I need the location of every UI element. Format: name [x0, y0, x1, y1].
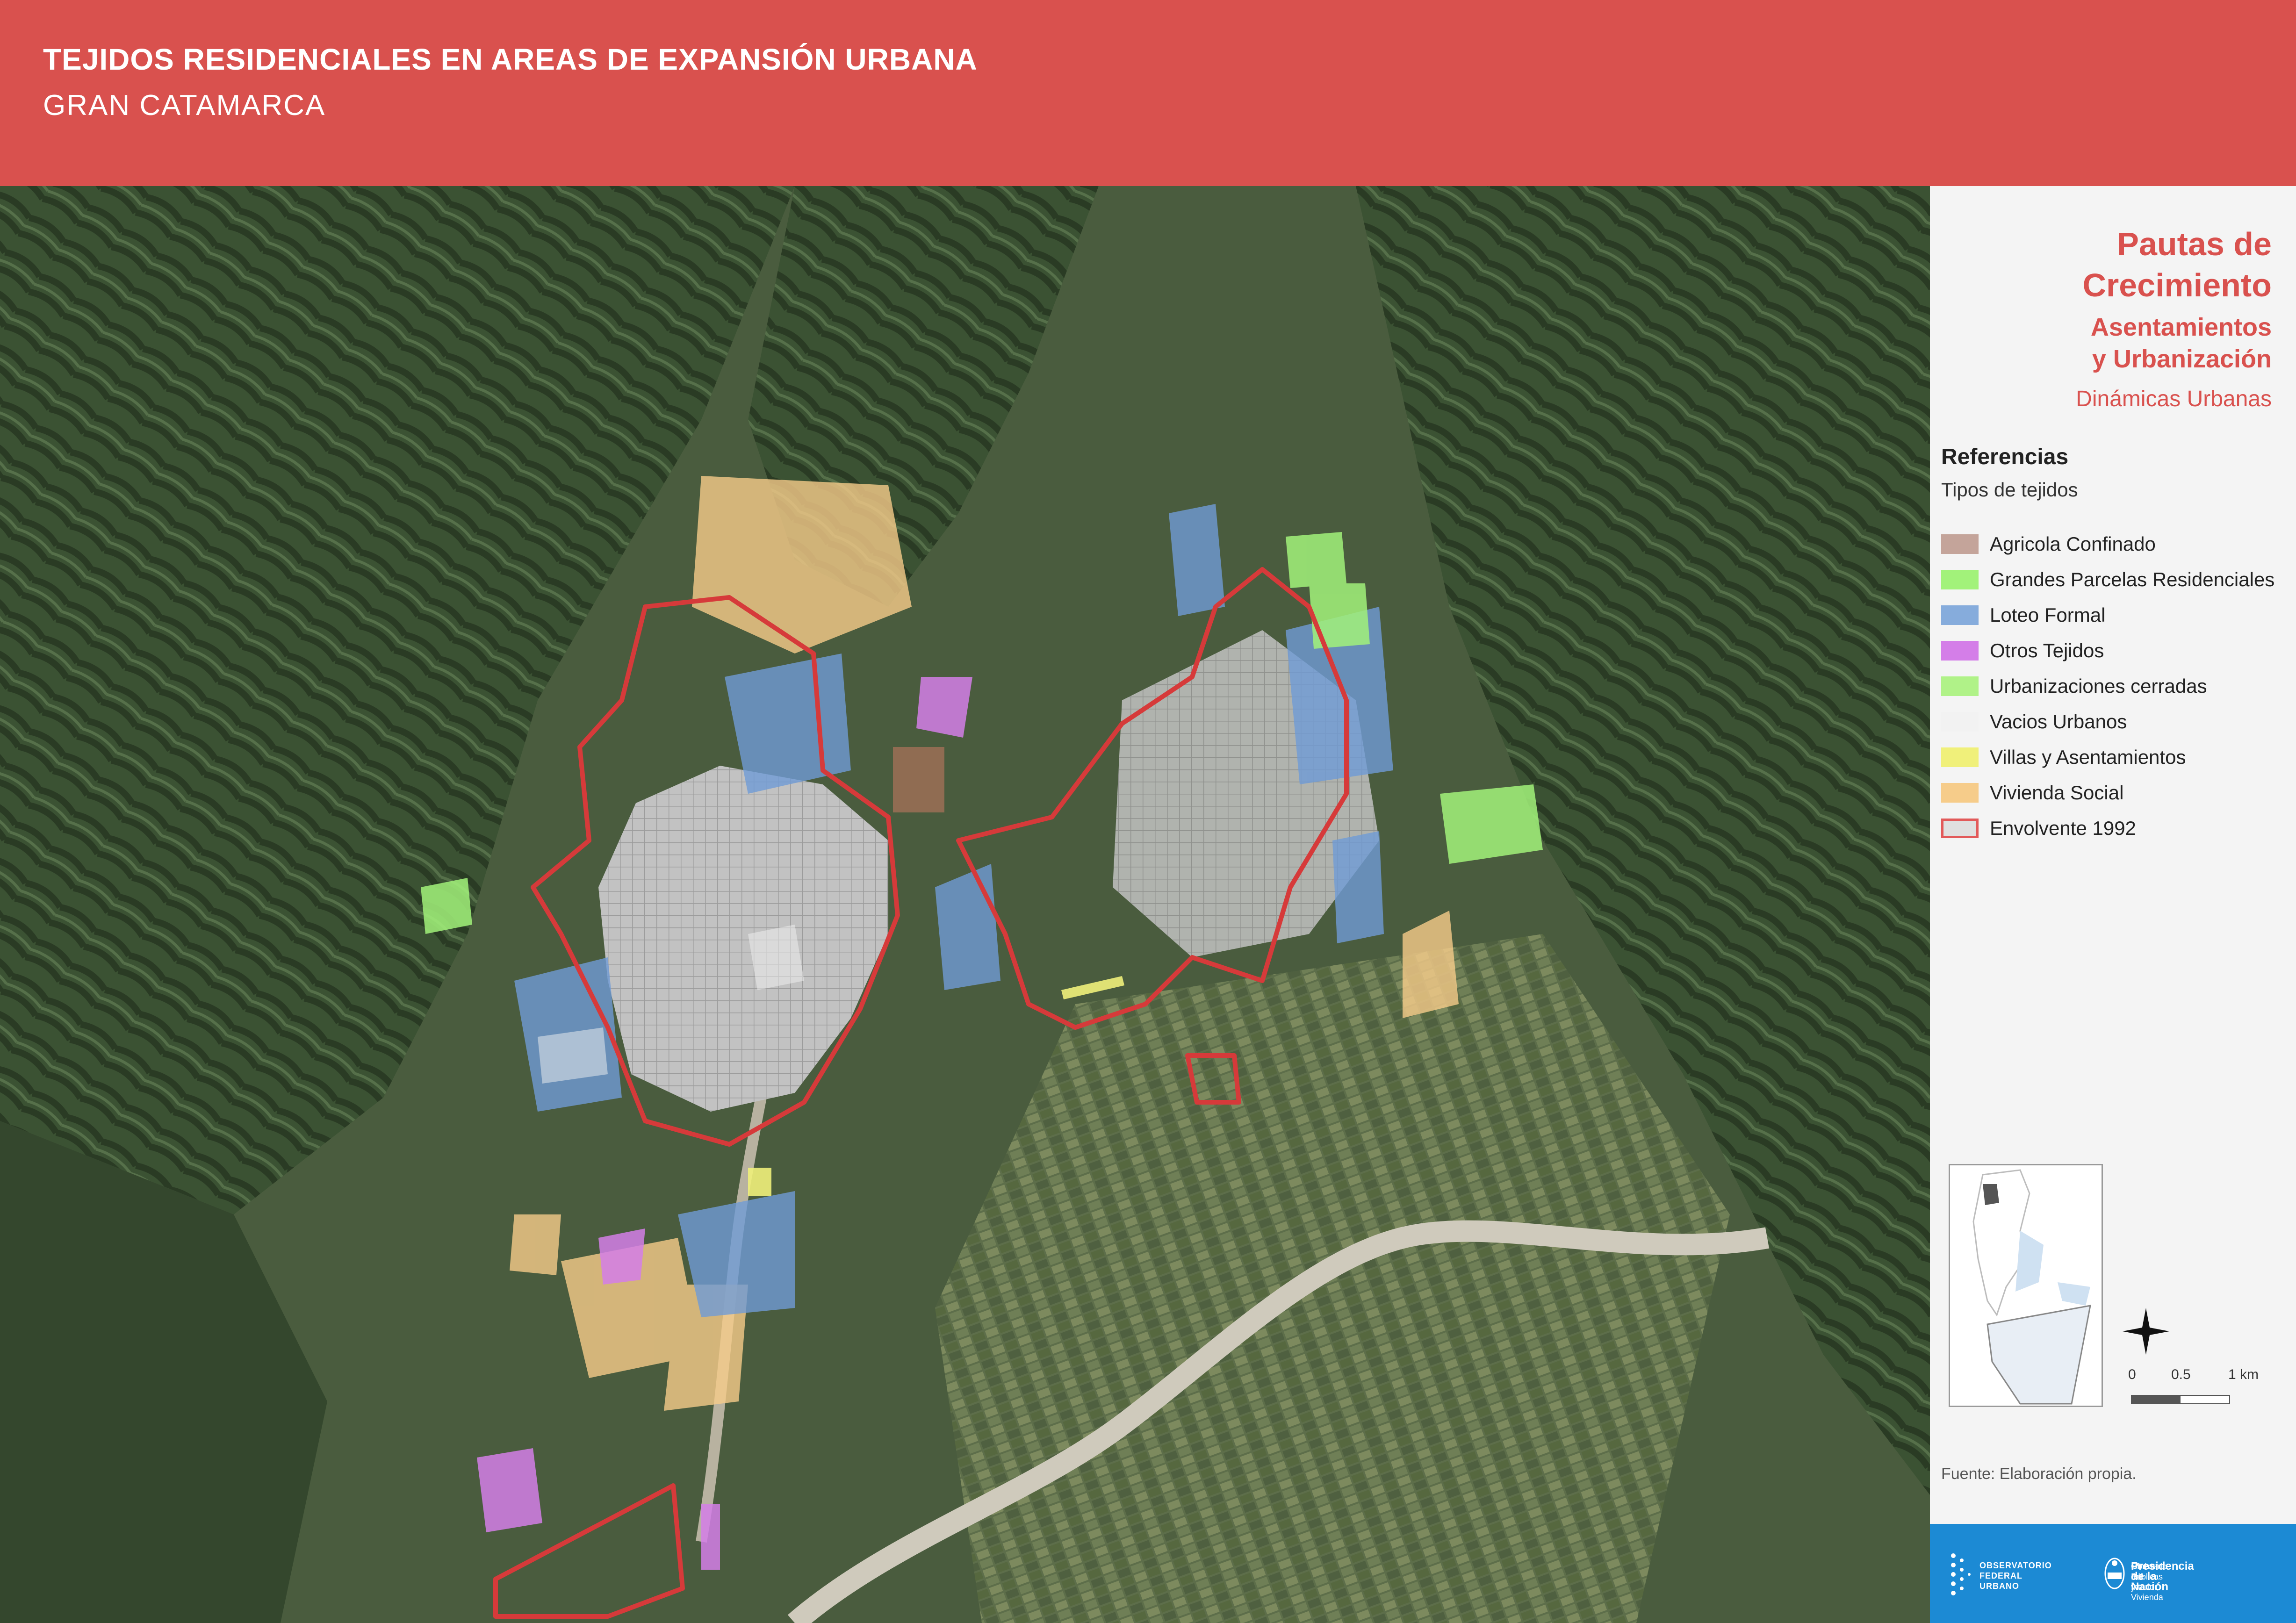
logo-line-2: FEDERAL	[1979, 1571, 2022, 1580]
satellite-map[interactable]	[0, 186, 1930, 1623]
legend-swatch	[1941, 676, 1979, 696]
logo-line-1: OBSERVATORIO	[1979, 1561, 2052, 1570]
sidebar-section: Dinámicas Urbanas	[2076, 387, 2272, 411]
dots-logo-icon	[1951, 1553, 1971, 1595]
legend-item: Villas y Asentamientos	[1941, 740, 2274, 775]
map-title: TEJIDOS RESIDENCIALES EN AREAS DE EXPANS…	[43, 43, 978, 76]
legend-swatch	[1941, 747, 1979, 767]
scale-bar	[2131, 1395, 2230, 1404]
references-title: Referencias	[1941, 445, 2069, 469]
atlantic-area	[2015, 1231, 2044, 1292]
legend-swatch	[1941, 712, 1979, 732]
antarctic-sector	[1987, 1305, 2091, 1405]
map-canvas	[0, 186, 1930, 1623]
legend-label: Grandes Parcelas Residenciales	[1990, 568, 2275, 590]
references-subtitle: Tipos de tejidos	[1941, 479, 2078, 501]
legend-swatch	[1941, 570, 1979, 589]
ministry-line-3: Presidencia de la Nación	[2131, 1560, 2194, 1593]
legend-swatch	[1941, 819, 1979, 838]
scale-label-1km: 1 km	[2228, 1367, 2259, 1382]
logo-line-3: URBANO	[1979, 1581, 2019, 1591]
scale-labels: 0 0.5 1 km	[2128, 1367, 2264, 1386]
scale-label-half: 0.5	[2171, 1367, 2191, 1382]
legend-item: Vivienda Social	[1941, 775, 2274, 811]
legend-label: Vivienda Social	[1990, 782, 2124, 804]
legend-item: Loteo Formal	[1941, 597, 2274, 633]
ministerio-logo: Ministerio del Interior, Obras Públicas …	[2103, 1546, 2290, 1602]
footer-logos: OBSERVATORIO FEDERAL URBANO Ministerio d…	[1930, 1524, 2296, 1623]
province-highlight	[1983, 1184, 1999, 1205]
map-subtitle: GRAN CATAMARCA	[43, 89, 326, 122]
legend-label: Villas y Asentamientos	[1990, 746, 2186, 768]
islands	[2058, 1282, 2090, 1306]
legend-swatch	[1941, 534, 1979, 554]
legend-item: Envolvente 1992	[1941, 811, 2274, 846]
legend-swatch	[1941, 605, 1979, 625]
observatorio-logo: OBSERVATORIO FEDERAL URBANO	[1949, 1546, 2098, 1602]
legend-label: Vacios Urbanos	[1990, 711, 2127, 733]
legend-label: Otros Tejidos	[1990, 639, 2104, 661]
legend-item: Otros Tejidos	[1941, 633, 2274, 668]
source-note: Fuente: Elaboración propia.	[1941, 1465, 2137, 1483]
legend-swatch	[1941, 783, 1979, 803]
location-inset-map	[1949, 1164, 2103, 1407]
sidebar-subheading: Asentamientos y Urbanización	[2090, 313, 2272, 373]
map-header: TEJIDOS RESIDENCIALES EN AREAS DE EXPANS…	[0, 0, 2296, 186]
scale-label-0: 0	[2128, 1367, 2136, 1382]
north-arrow-icon	[2123, 1308, 2169, 1357]
national-seal-icon	[2104, 1558, 2125, 1589]
legend-swatch	[1941, 641, 1979, 661]
legend-sidebar: Pautas de Crecimiento Asentamientos y Ur…	[1930, 186, 2296, 1623]
sidebar-heading: Pautas de Crecimiento	[2082, 226, 2272, 303]
legend-label: Agricola Confinado	[1990, 533, 2156, 555]
legend-item: Urbanizaciones cerradas	[1941, 668, 2274, 704]
legend-label: Loteo Formal	[1990, 604, 2106, 626]
legend-label: Urbanizaciones cerradas	[1990, 675, 2207, 697]
tissue-agricola-confinado	[893, 747, 944, 812]
legend-label: Envolvente 1992	[1990, 817, 2136, 839]
legend-item: Agricola Confinado	[1941, 526, 2274, 562]
legend-list: Agricola Confinado Grandes Parcelas Resid…	[1941, 526, 2274, 846]
legend-item: Vacios Urbanos	[1941, 704, 2274, 740]
legend-item: Grandes Parcelas Residenciales	[1941, 562, 2274, 597]
